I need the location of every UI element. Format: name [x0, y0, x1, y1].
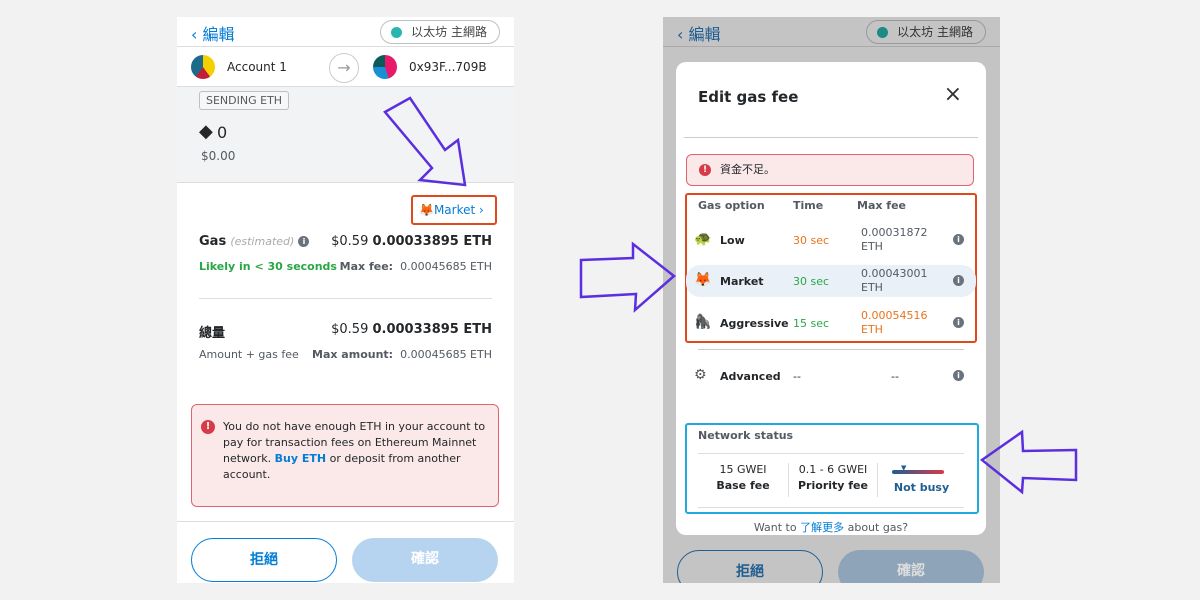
option-name: Aggressive — [720, 317, 789, 330]
option-time: 30 sec — [793, 234, 830, 247]
gauge-marker-icon: ▼ — [901, 464, 907, 472]
network-selector[interactable]: 以太坊 主網路 — [380, 20, 500, 44]
base-fee: 15 GWEI Base fee — [716, 463, 770, 492]
close-icon[interactable]: × — [944, 82, 962, 107]
reject-button[interactable]: 拒絕 — [191, 538, 337, 582]
footer-divider — [177, 521, 514, 522]
network-status-box: Network status 15 GWEI Base fee 0.1 - 6 G… — [685, 423, 979, 514]
busy-status: Not busy — [893, 481, 950, 494]
fox-icon: 🦊 — [694, 272, 712, 288]
network-dot-icon — [391, 27, 403, 38]
info-icon[interactable]: i — [953, 370, 964, 381]
error-banner: ! 資金不足。 — [686, 154, 974, 186]
account-row: Account 1 → 0x93F...709B — [177, 47, 514, 87]
divider — [684, 137, 978, 138]
column-gas-option: Gas option — [698, 199, 765, 212]
error-icon: ! — [699, 164, 711, 176]
divider — [698, 507, 964, 508]
option-name: Market — [720, 275, 764, 288]
from-avatar — [191, 55, 215, 79]
column-time: Time — [793, 199, 824, 212]
confirm-button[interactable]: 確認 — [352, 538, 498, 582]
error-icon: ! — [201, 420, 215, 434]
option-fee: 0.00043001 ETH — [861, 267, 928, 294]
back-button[interactable]: ‹ 編輯 — [191, 21, 235, 45]
to-address: 0x93F...709B — [409, 60, 487, 74]
error-banner: ! You do not have enough ETH in your acc… — [191, 404, 499, 507]
network-selector[interactable]: 以太坊 主網路 — [866, 20, 986, 44]
amount: 0 — [217, 123, 228, 142]
max-amount: Max amount: 0.00045685 ETH — [312, 348, 492, 361]
option-name: Advanced — [720, 370, 781, 383]
annotation-arrow-left-icon — [979, 429, 1078, 495]
divider — [877, 463, 878, 497]
network-label: 以太坊 主網路 — [411, 25, 487, 39]
option-time: 30 sec — [793, 275, 830, 288]
back-button[interactable]: ‹ 編輯 — [677, 21, 721, 45]
sending-badge: SENDING ETH — [199, 91, 290, 110]
divider — [698, 349, 964, 350]
total-sub: Amount + gas fee — [199, 348, 299, 361]
info-icon[interactable]: i — [298, 236, 310, 247]
column-max-fee: Max fee — [857, 199, 907, 212]
header: ‹ 編輯 以太坊 主網路 — [177, 17, 514, 47]
turtle-icon: 🐢 — [694, 231, 712, 247]
info-icon[interactable]: i — [953, 275, 964, 286]
option-name: Low — [720, 234, 745, 247]
divider — [698, 453, 964, 454]
busy-gauge — [892, 470, 944, 474]
to-avatar — [373, 55, 397, 79]
max-fee: Max fee: 0.00045685 ETH — [339, 260, 492, 273]
reject-button[interactable]: 拒絕 — [677, 550, 823, 583]
option-time: -- — [793, 370, 801, 383]
network-status-title: Network status — [698, 429, 794, 442]
header: ‹ 編輯 以太坊 主網路 — [663, 17, 1000, 47]
annotation-arrow-down-right-icon — [383, 96, 467, 187]
gas-option-label: Market — [433, 203, 476, 217]
from-account: Account 1 — [227, 60, 287, 74]
gas-option-aggressive[interactable]: 🦍 Aggressive 15 sec 0.00054516 ETH i — [686, 307, 976, 339]
back-label: 編輯 — [688, 25, 721, 44]
network-label: 以太坊 主網路 — [897, 25, 973, 39]
learn-more-link[interactable]: 了解更多 — [800, 521, 844, 534]
gas-label: Gas (estimated) i — [199, 234, 310, 249]
likely-time: Likely in < 30 seconds — [199, 260, 337, 273]
option-fee: 0.00031872 ETH — [861, 226, 928, 253]
priority-fee: 0.1 - 6 GWEI Priority fee — [798, 463, 868, 492]
gas-option-market[interactable]: 🦊 Market 30 sec 0.00043001 ETH i — [686, 265, 976, 297]
gear-icon: ⚙ — [694, 367, 707, 383]
option-fee: -- — [891, 370, 899, 383]
total-amount: $0.59 0.00033895 ETH — [331, 322, 492, 337]
annotation-arrow-right-icon — [579, 241, 676, 313]
confirm-button[interactable]: 確認 — [838, 550, 984, 583]
learn-more-text: Want to 了解更多 about gas? — [753, 521, 909, 534]
arrow-right-icon: → — [329, 53, 359, 83]
amount-usd: $0.00 — [201, 149, 236, 163]
gorilla-icon: 🦍 — [694, 314, 712, 330]
back-label: 編輯 — [202, 25, 235, 44]
gas-option-low[interactable]: 🐢 Low 30 sec 0.00031872 ETH i — [686, 224, 976, 256]
option-fee: 0.00054516 ETH — [861, 309, 928, 336]
eth-icon: ◆ — [199, 121, 213, 142]
gas-option-advanced[interactable]: ⚙ Advanced -- -- i — [686, 360, 976, 392]
total-label: 總量 — [199, 326, 226, 341]
buy-eth-link[interactable]: Buy ETH — [275, 452, 326, 465]
fox-icon: 🦊 — [419, 203, 434, 217]
edit-gas-modal: Edit gas fee × ! 資金不足。 Gas option Time M… — [676, 62, 986, 535]
network-dot-icon — [877, 27, 889, 38]
gas-option-button[interactable]: 🦊Market › — [411, 195, 497, 225]
modal-title: Edit gas fee — [698, 88, 799, 106]
info-icon[interactable]: i — [953, 317, 964, 328]
option-time: 15 sec — [793, 317, 830, 330]
divider — [199, 298, 492, 299]
info-icon[interactable]: i — [953, 234, 964, 245]
gas-amount: $0.59 0.00033895 ETH — [331, 234, 492, 249]
